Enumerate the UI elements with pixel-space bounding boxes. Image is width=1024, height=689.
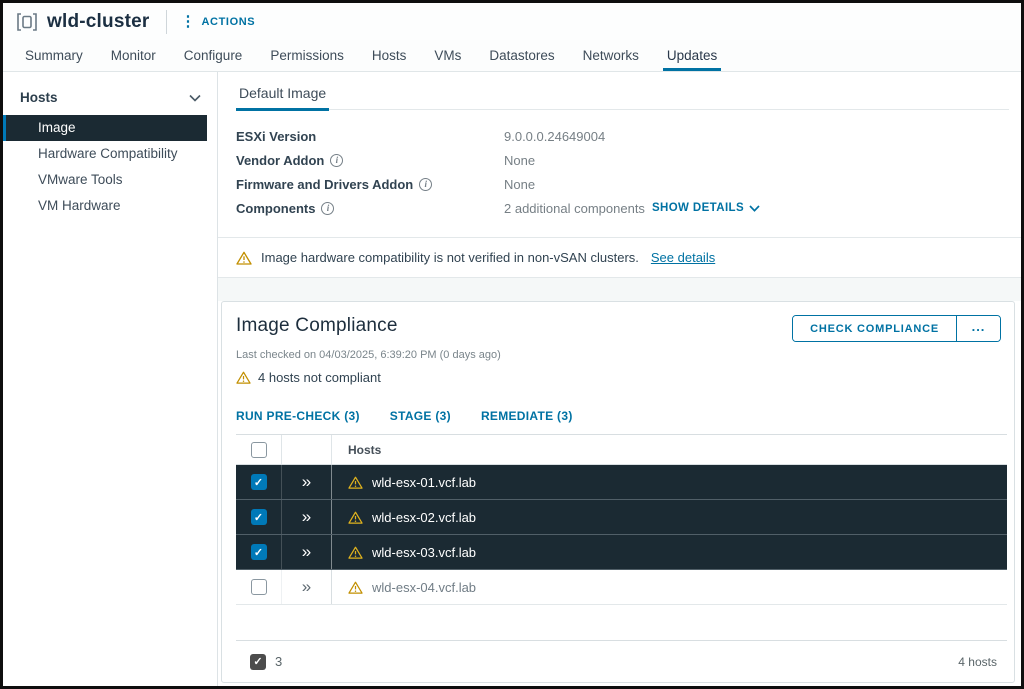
show-details-link[interactable]: SHOW DETAILS (652, 202, 760, 214)
field-value: None (504, 176, 536, 192)
field-label: Firmware and Drivers Addon (236, 176, 414, 192)
title-divider (165, 9, 167, 34)
table-header-row: Hosts (236, 435, 1007, 465)
field-label: Components (236, 200, 316, 216)
tab-networks[interactable]: Networks (569, 40, 653, 71)
panel-title: Image Compliance (236, 315, 398, 336)
selected-count: 3 (275, 654, 283, 669)
object-header: wld-cluster ⋮ ACTIONS (3, 3, 1021, 40)
warning-icon (236, 251, 252, 265)
tab-updates[interactable]: Updates (653, 40, 731, 71)
show-details-label: SHOW DETAILS (651, 202, 745, 214)
warning-icon (348, 546, 363, 559)
total-hosts-count: 4 hosts (958, 654, 997, 669)
chevron-down-icon (189, 94, 201, 102)
section-gap (218, 278, 1021, 301)
host-name: wld-esx-03.vcf.lab (372, 544, 477, 560)
chevron-down-icon (749, 204, 760, 212)
warning-icon (348, 511, 363, 524)
info-icon[interactable]: i (330, 153, 344, 167)
field-esxi-version: ESXi Version 9.0.0.0.24649004 (236, 124, 1009, 148)
tab-datastores[interactable]: Datastores (475, 40, 568, 71)
row-checkbox[interactable]: ✓ (250, 544, 267, 560)
warning-text: Image hardware compatibility is not veri… (261, 250, 639, 265)
host-name: wld-esx-01.vcf.lab (372, 474, 477, 490)
stage-link[interactable]: STAGE (3) (390, 409, 451, 423)
image-compliance-panel: Image Compliance CHECK COMPLIANCE ... La… (221, 301, 1015, 683)
table-row[interactable]: ✓ » wld-esx-02.vcf.lab (236, 500, 1007, 535)
host-name: wld-esx-04.vcf.lab (372, 579, 477, 595)
page-title: wld-cluster (47, 10, 150, 32)
warning-icon (348, 581, 363, 594)
warning-icon (236, 371, 251, 384)
actions-kebab-icon: ⋮ (180, 13, 196, 30)
field-vendor-addon: Vendor Addon i None (236, 148, 1009, 172)
run-pre-check-link[interactable]: RUN PRE-CHECK (3) (236, 409, 360, 423)
field-value: 9.0.0.0.24649004 (504, 128, 606, 144)
field-label: ESXi Version (236, 128, 317, 144)
default-image-section: Default Image ESXi Version 9.0.0.0.24649… (218, 72, 1021, 238)
hardware-compat-warning-banner: Image hardware compatibility is not veri… (218, 238, 1021, 278)
table-row[interactable]: » wld-esx-04.vcf.lab (236, 570, 1007, 605)
field-components: Components i 2 additional components SHOW… (236, 196, 1009, 220)
hosts-column-header: Hosts (348, 442, 382, 457)
last-checked-text: Last checked on 04/03/2025, 6:39:20 PM (… (236, 349, 501, 361)
tab-permissions[interactable]: Permissions (256, 40, 358, 71)
vsphere-client-window: wld-cluster ⋮ ACTIONS Summary Monitor Co… (0, 0, 1024, 689)
sidebar-item-vm-hardware[interactable]: VM Hardware (3, 193, 207, 219)
check-compliance-button[interactable]: CHECK COMPLIANCE (793, 316, 956, 341)
expand-row-icon[interactable]: » (302, 508, 311, 527)
table-empty-area (236, 605, 1007, 640)
object-tabbar: Summary Monitor Configure Permissions Ho… (3, 40, 1021, 72)
compliance-button-group: CHECK COMPLIANCE ... (792, 315, 1001, 342)
updates-sidebar: Hosts Image Hardware Compatibility VMwar… (3, 72, 218, 686)
default-image-tabbar: Default Image (236, 85, 1009, 111)
sidebar-group-hosts[interactable]: Hosts (3, 84, 217, 115)
field-firmware-drivers-addon: Firmware and Drivers Addon i None (236, 172, 1009, 196)
tab-default-image[interactable]: Default Image (236, 85, 330, 111)
info-icon[interactable]: i (321, 201, 335, 215)
status-text: 4 hosts not compliant (258, 370, 381, 385)
sidebar-group-label: Hosts (20, 90, 58, 105)
row-checkbox[interactable]: ✓ (250, 474, 267, 490)
tab-vms[interactable]: VMs (420, 40, 475, 71)
tab-hosts[interactable]: Hosts (358, 40, 421, 71)
sidebar-item-hardware-compatibility[interactable]: Hardware Compatibility (3, 141, 207, 167)
field-value: None (504, 152, 536, 168)
cluster-icon (17, 12, 37, 31)
see-details-link[interactable]: See details (651, 250, 715, 265)
expand-row-icon[interactable]: » (302, 473, 311, 492)
field-label: Vendor Addon (236, 152, 325, 168)
table-row[interactable]: ✓ » wld-esx-01.vcf.lab (236, 465, 1007, 500)
table-footer: ✓ 3 4 hosts (236, 640, 1007, 682)
hosts-table: Hosts ✓ » wld-esx-01.vcf.lab ✓ » wld-esx… (236, 434, 1007, 682)
row-checkbox[interactable]: ✓ (250, 509, 267, 525)
sidebar-item-vmware-tools[interactable]: VMware Tools (3, 167, 207, 193)
remediate-link[interactable]: REMEDIATE (3) (481, 409, 573, 423)
field-value: 2 additional components (504, 200, 645, 216)
selection-summary-checkbox[interactable]: ✓ (250, 653, 266, 670)
tab-summary[interactable]: Summary (11, 40, 97, 71)
more-actions-button[interactable]: ... (956, 316, 1000, 341)
actions-menu-button[interactable]: ACTIONS (202, 16, 256, 28)
select-all-checkbox[interactable] (250, 441, 267, 458)
row-checkbox[interactable] (250, 579, 267, 595)
host-name: wld-esx-02.vcf.lab (372, 509, 477, 525)
expand-row-icon[interactable]: » (302, 578, 311, 597)
expand-column-header (282, 435, 332, 464)
expand-row-icon[interactable]: » (302, 543, 311, 562)
compliance-status: 4 hosts not compliant (236, 370, 1007, 385)
tab-monitor[interactable]: Monitor (97, 40, 170, 71)
sidebar-item-image[interactable]: Image (3, 115, 207, 141)
warning-icon (348, 476, 363, 489)
tab-configure[interactable]: Configure (170, 40, 257, 71)
table-row[interactable]: ✓ » wld-esx-03.vcf.lab (236, 535, 1007, 570)
info-icon[interactable]: i (419, 177, 433, 191)
